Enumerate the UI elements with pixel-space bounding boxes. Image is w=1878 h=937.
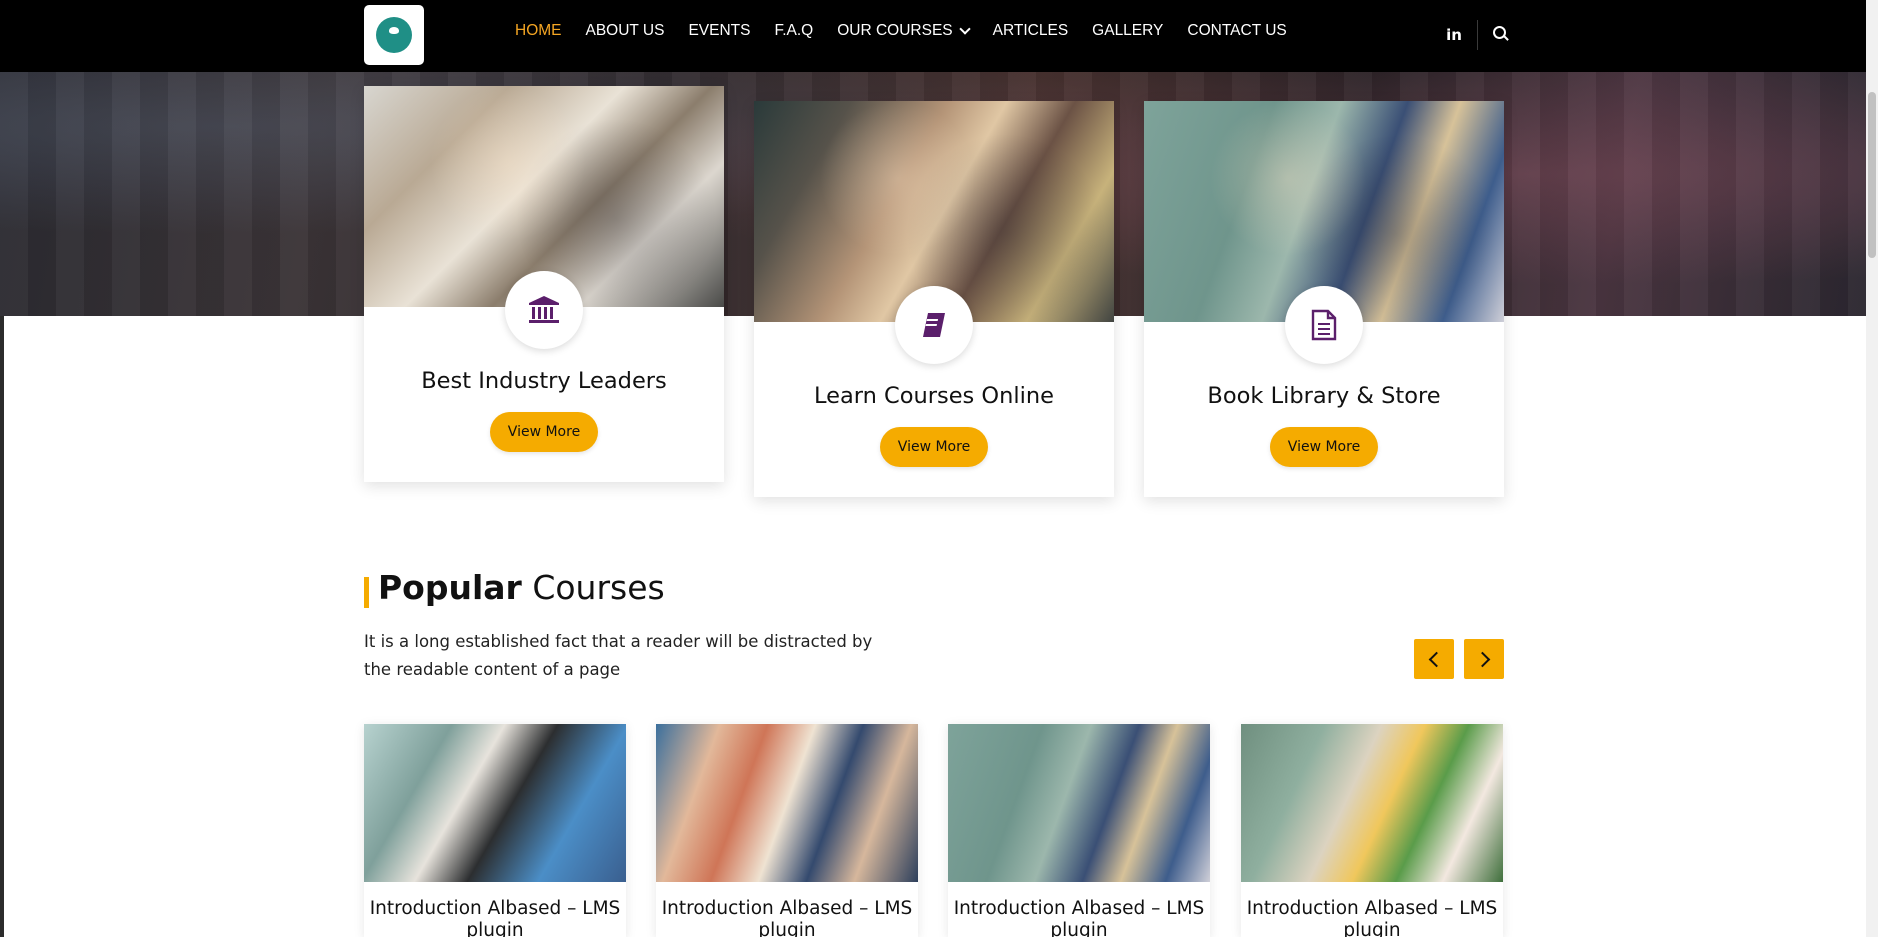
course-photo: [656, 724, 918, 882]
section-title-bold: Popular: [378, 568, 522, 607]
carousel-prev-button[interactable]: [1414, 639, 1454, 679]
book-icon: [895, 286, 973, 364]
view-more-button[interactable]: View More: [880, 427, 988, 467]
course-card[interactable]: Introduction Albased – LMS plugin: [1241, 724, 1503, 937]
view-more-button[interactable]: View More: [490, 412, 598, 452]
section-title-light: Courses: [532, 568, 665, 607]
carousel-next-button[interactable]: [1464, 639, 1504, 679]
course-title[interactable]: Introduction Albased – LMS plugin: [364, 898, 626, 937]
institution-icon: [505, 271, 583, 349]
logo-mark: [376, 17, 412, 53]
course-card[interactable]: Introduction Albased – LMS plugin: [656, 724, 918, 937]
section-description: It is a long established fact that a rea…: [364, 632, 873, 679]
nav-divider: [1477, 20, 1478, 50]
course-card[interactable]: Introduction Albased – LMS plugin: [948, 724, 1210, 937]
section-accent-bar: [364, 577, 369, 608]
main-menu: HOME ABOUT US EVENTS F.A.Q OUR COURSES A…: [515, 22, 1311, 40]
section-title: Popular Courses: [378, 568, 665, 607]
course-card[interactable]: Introduction Albased – LMS plugin: [364, 724, 626, 937]
nav-icons: in: [1443, 20, 1512, 50]
view-more-button[interactable]: View More: [1270, 427, 1378, 467]
course-title[interactable]: Introduction Albased – LMS plugin: [656, 898, 918, 937]
page-edge: [0, 316, 4, 937]
course-title[interactable]: Introduction Albased – LMS plugin: [1241, 898, 1503, 937]
linkedin-icon[interactable]: in: [1443, 26, 1465, 44]
course-photo: [364, 724, 626, 882]
nav-articles[interactable]: ARTICLES: [993, 22, 1069, 40]
nav-events[interactable]: EVENTS: [688, 22, 750, 40]
nav-our-courses-label: OUR COURSES: [837, 22, 953, 39]
feature-title: Book Library & Store: [1207, 383, 1441, 409]
chevron-down-icon: [958, 23, 971, 35]
page-scrollbar[interactable]: [1866, 0, 1878, 937]
nav-our-courses[interactable]: OUR COURSES: [837, 22, 971, 40]
document-icon: [1285, 286, 1363, 364]
nav-contact-us[interactable]: CONTACT US: [1187, 22, 1286, 40]
course-photo: [1241, 724, 1503, 882]
feature-title: Learn Courses Online: [813, 383, 1055, 409]
nav-about-us[interactable]: ABOUT US: [586, 22, 665, 40]
nav-gallery[interactable]: GALLERY: [1092, 22, 1163, 40]
scrollbar-thumb[interactable]: [1868, 92, 1876, 258]
feature-title: Best Industry Leaders: [421, 368, 667, 394]
course-photo: [948, 724, 1210, 882]
top-navbar: HOME ABOUT US EVENTS F.A.Q OUR COURSES A…: [0, 0, 1866, 72]
nav-faq[interactable]: F.A.Q: [774, 22, 813, 40]
feature-card: Best Industry Leaders View More: [364, 86, 724, 482]
feature-card: Learn Courses Online View More: [754, 101, 1114, 497]
site-logo[interactable]: [364, 5, 424, 65]
feature-card: Book Library & Store View More: [1144, 101, 1504, 497]
nav-home[interactable]: HOME: [515, 22, 562, 40]
course-title[interactable]: Introduction Albased – LMS plugin: [948, 898, 1210, 937]
search-icon[interactable]: [1490, 24, 1512, 46]
